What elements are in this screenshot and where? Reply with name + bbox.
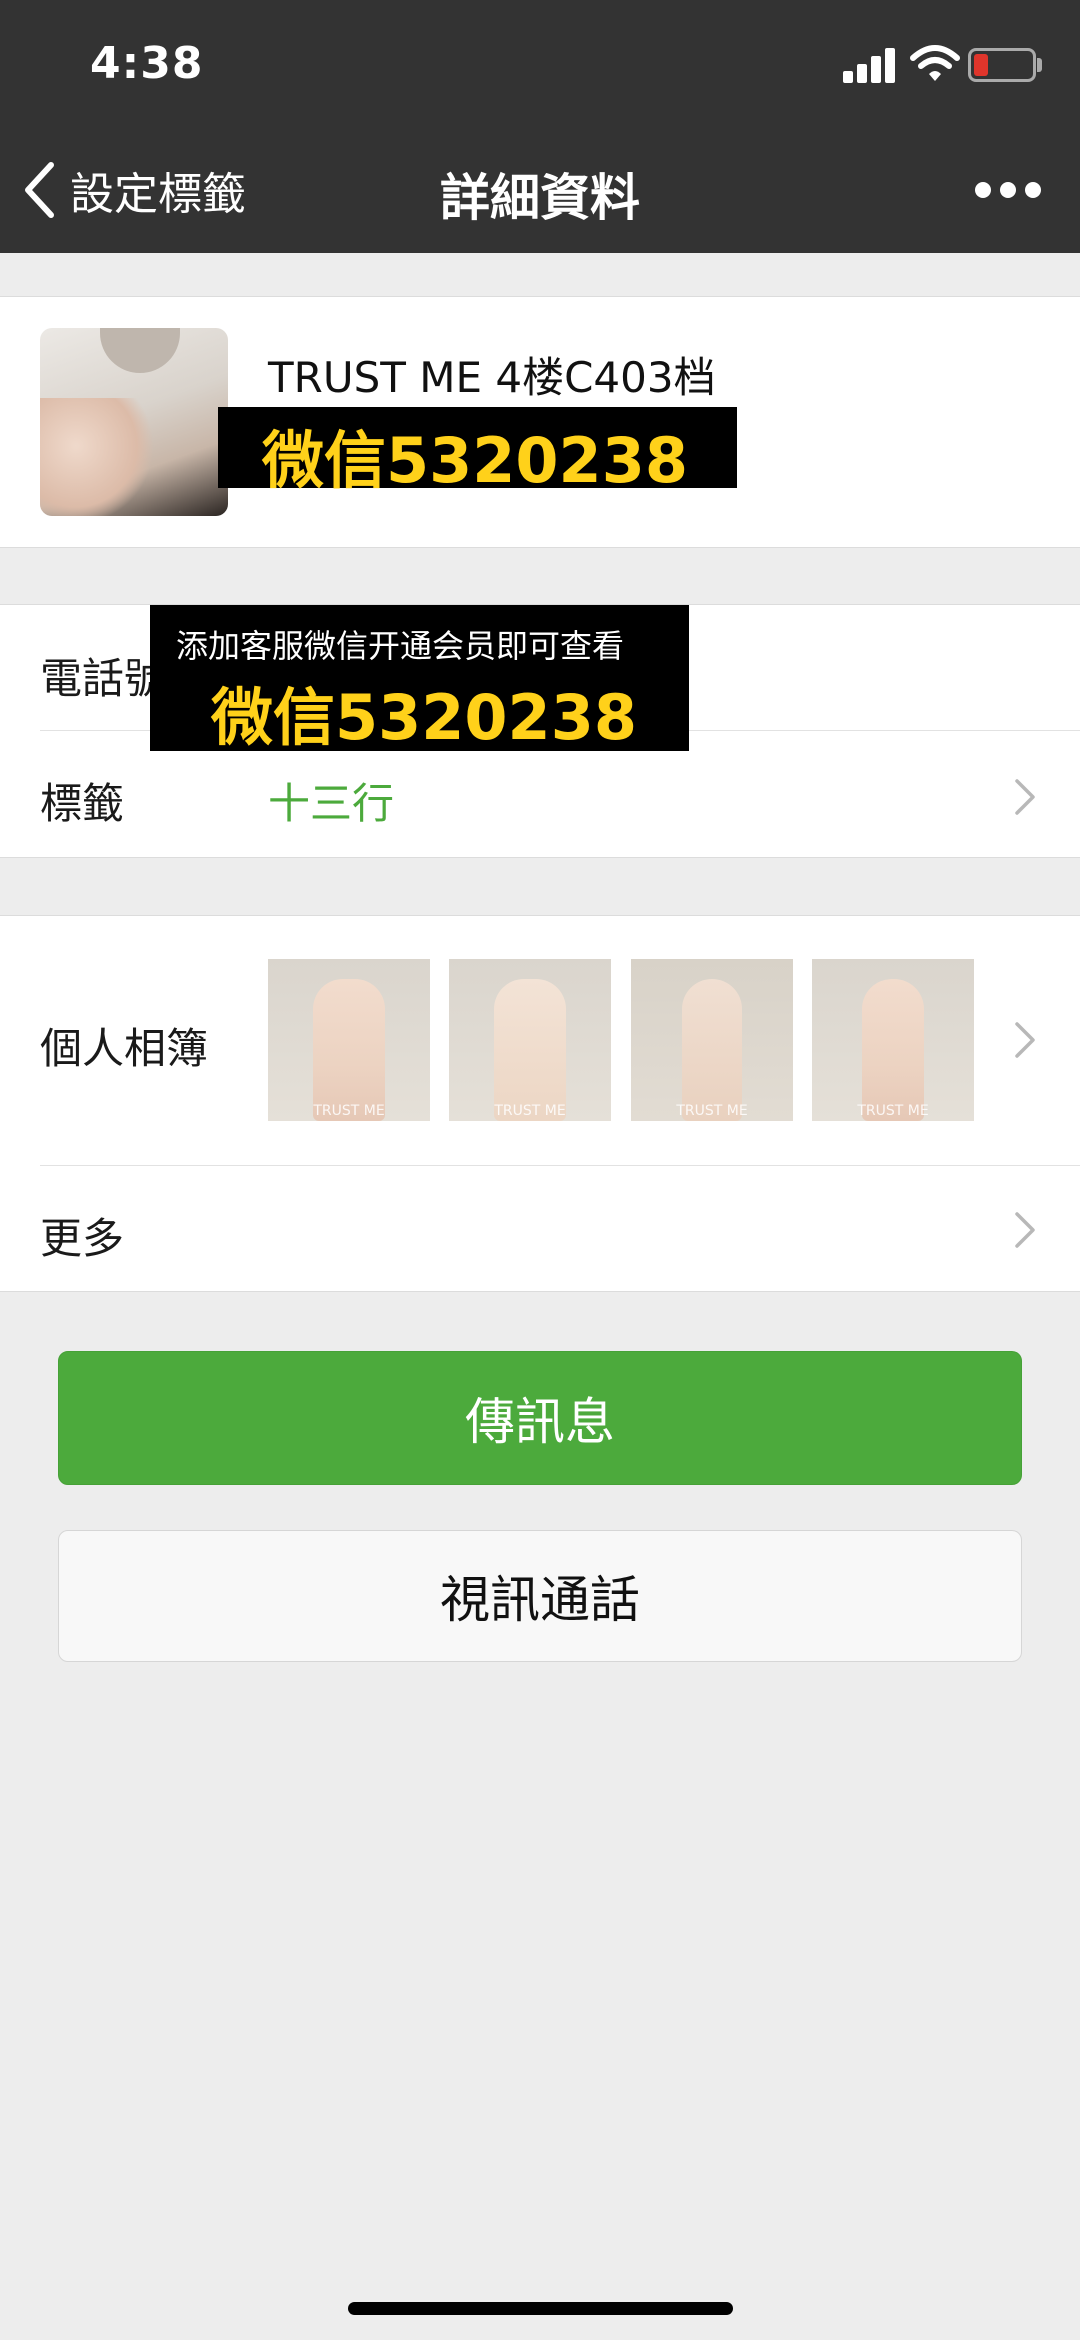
row-divider — [40, 1165, 1080, 1166]
chevron-right-icon[interactable] — [1014, 1211, 1036, 1249]
battery-cap — [1037, 58, 1042, 72]
wifi-icon — [910, 45, 960, 81]
thumbnail-watermark: TRUST ME — [313, 1103, 385, 1119]
promo-wechat-text: 微信5320238 — [262, 424, 688, 497]
page-title: 詳細資料 — [440, 169, 640, 227]
chevron-right-icon[interactable] — [1014, 1021, 1036, 1059]
video-call-button[interactable]: 視訊通話 — [58, 1530, 1022, 1662]
promo-notice-text: 添加客服微信开通会员即可查看 — [176, 627, 625, 665]
thumbnail-watermark: TRUST ME — [857, 1103, 929, 1119]
tag-value[interactable]: 十三行 — [268, 770, 394, 831]
album-thumbnail[interactable]: TRUST ME — [812, 959, 974, 1121]
chevron-right-icon[interactable] — [1014, 778, 1036, 816]
album-thumbnail[interactable]: TRUST ME — [449, 959, 611, 1121]
cellular-signal-icon — [843, 47, 895, 83]
thumbnail-watermark: TRUST ME — [494, 1103, 566, 1119]
battery-level — [974, 54, 988, 76]
promo-wechat-text: 微信5320238 — [211, 681, 637, 754]
avatar[interactable] — [40, 328, 228, 516]
album-label: 個人相簿 — [40, 1024, 209, 1073]
album-thumbnail[interactable]: TRUST ME — [268, 959, 430, 1121]
tag-label: 標籤 — [40, 779, 125, 828]
album-thumbnail[interactable]: TRUST ME — [631, 959, 793, 1121]
more-label[interactable]: 更多 — [40, 1205, 124, 1266]
send-message-button[interactable]: 傳訊息 — [58, 1351, 1022, 1485]
profile-name: TRUST ME 4楼C403档 — [268, 353, 716, 402]
more-options-icon[interactable] — [975, 182, 1041, 198]
status-time: 4:38 — [90, 38, 204, 89]
home-indicator[interactable] — [348, 2302, 733, 2315]
phone-label: 電話號 — [40, 654, 167, 703]
thumbnail-watermark: TRUST ME — [676, 1103, 748, 1119]
